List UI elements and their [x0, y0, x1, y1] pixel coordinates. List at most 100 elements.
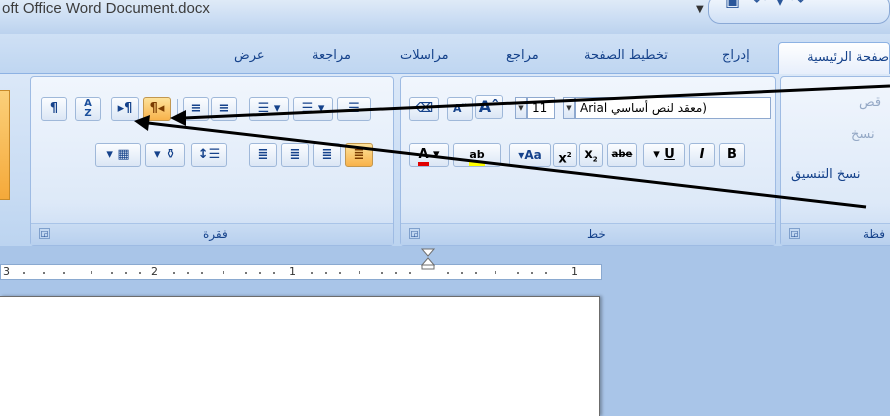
font-name-dropdown-arrow[interactable]: ▼ — [563, 97, 575, 119]
qat-dropdown-icon[interactable]: ▾ — [777, 0, 783, 9]
eraser-icon: ⌫ — [414, 101, 434, 116]
sort-button[interactable]: AZ — [75, 97, 101, 121]
font-group-label: خط — [587, 227, 606, 241]
shading-button[interactable]: ▾ ⚱ — [145, 143, 185, 167]
bullets-icon: ☰ — [348, 101, 360, 116]
show-formatting-button[interactable]: ¶ — [41, 97, 67, 121]
ribbon: ¶ AZ ▸¶ ¶◂ ≡ ≡ ☰ ▾ ☰ ▾ ☰ ▾ ▦ ▾ ⚱ ↕☰ ≣ ≣ … — [0, 74, 890, 246]
ruler-number: 1 — [289, 265, 296, 278]
subscript-icon: x — [584, 147, 593, 162]
bullets-button[interactable]: ☰ — [337, 97, 371, 121]
chevron-down-icon[interactable]: ▼ — [696, 4, 704, 15]
highlight-button[interactable]: ab — [453, 143, 501, 167]
font-name-field[interactable]: Arial معقد لنص أساسي) — [575, 97, 771, 119]
superscript-button[interactable]: x2 — [553, 143, 577, 167]
ltr-direction-button[interactable]: ▸¶ — [111, 97, 139, 121]
paragraph-group-label: فقرة — [203, 227, 228, 241]
clear-formatting-button[interactable]: ⌫ — [409, 97, 439, 121]
ruler-number: 3 — [3, 265, 10, 278]
font-dialog-launcher-icon[interactable]: ◲ — [409, 228, 420, 239]
align-left-icon: ≣ — [289, 147, 301, 162]
document-area — [0, 296, 890, 416]
title-bar: oft Office Word Document.docx ▼ ▣ ↶ ▾ ↷ — [0, 0, 890, 34]
tab-review[interactable]: مراجعة — [312, 48, 351, 63]
quick-access-toolbar: ▣ ↶ ▾ ↷ — [708, 0, 890, 24]
sort-icon: AZ — [84, 98, 92, 119]
clipboard-dialog-launcher-icon[interactable]: ◲ — [789, 228, 800, 239]
italic-button[interactable]: I — [689, 143, 715, 167]
horizontal-ruler[interactable]: 3 2 1 1 — [0, 264, 602, 280]
format-painter-label[interactable]: نسخ التنسيق — [791, 167, 861, 182]
copy-label[interactable]: نسخ — [851, 127, 875, 142]
change-case-icon: Aa — [524, 148, 542, 162]
tab-home-label: صفحة الرئيسية — [807, 50, 889, 65]
bold-icon: B — [727, 147, 737, 162]
numbering-button[interactable]: ☰ ▾ — [293, 97, 333, 121]
justify-button[interactable]: ≣ — [249, 143, 277, 167]
increase-indent-button[interactable]: ≡ — [211, 97, 237, 121]
font-group-footer: ◲ خط — [401, 223, 775, 245]
document-page[interactable] — [0, 296, 600, 416]
multilevel-list-icon: ☰ ▾ — [257, 101, 281, 116]
shrink-font-button[interactable]: Aˇ — [447, 97, 473, 121]
indent-marker-icon[interactable] — [421, 248, 435, 270]
align-left-button[interactable]: ≣ — [281, 143, 309, 167]
save-icon[interactable]: ▣ — [725, 0, 740, 10]
tab-mailings[interactable]: مراسلات — [400, 48, 449, 63]
grow-font-button[interactable]: Aˆ — [475, 95, 503, 119]
tab-page-layout[interactable]: تخطيط الصفحة — [584, 48, 668, 63]
italic-icon: I — [699, 147, 705, 162]
ribbon-left-edge — [0, 90, 10, 200]
ltr-icon: ▸¶ — [117, 101, 133, 116]
center-icon: ≣ — [321, 147, 333, 162]
clipboard-group-label: فظة — [863, 227, 886, 241]
font-group: ⌫ Aˇ Aˆ ▼ 11 ▼ Arial معقد لنص أساسي) A ▾… — [400, 76, 776, 246]
font-size-field[interactable]: 11 — [527, 97, 555, 119]
grow-font-icon: A — [478, 97, 492, 116]
window-title: oft Office Word Document.docx — [2, 0, 210, 17]
highlight-icon: ab — [469, 148, 485, 166]
decrease-indent-button[interactable]: ≡ — [183, 97, 209, 121]
clipboard-group: قص نسخ نسخ التنسيق ◲ فظة — [780, 76, 890, 246]
subscript-button[interactable]: x2 — [579, 143, 603, 167]
strikethrough-button[interactable]: abe — [607, 143, 637, 167]
ruler-number: 2 — [151, 265, 158, 278]
bold-button[interactable]: B — [719, 143, 745, 167]
line-spacing-icon: ↕☰ — [197, 147, 221, 162]
ruler-area: 3 2 1 1 — [0, 246, 890, 296]
decrease-indent-icon: ≡ — [190, 101, 202, 116]
align-right-button[interactable]: ≣ — [345, 143, 373, 167]
change-case-button[interactable]: ▾Aa — [509, 143, 551, 167]
ribbon-tabs: عرض مراجعة مراسلات مراجع تخطيط الصفحة إد… — [0, 34, 890, 75]
borders-button[interactable]: ▾ ▦ — [95, 143, 141, 167]
strikethrough-icon: abe — [611, 149, 633, 160]
font-color-button[interactable]: A ▾ — [409, 143, 449, 167]
tab-references[interactable]: مراجع — [506, 48, 539, 63]
numbering-icon: ☰ ▾ — [301, 101, 325, 116]
center-button[interactable]: ≣ — [313, 143, 341, 167]
tab-insert[interactable]: إدراج — [722, 48, 750, 63]
pilcrow-icon: ¶ — [49, 101, 59, 116]
rtl-icon: ¶◂ — [149, 101, 165, 116]
paragraph-dialog-launcher-icon[interactable]: ◲ — [39, 228, 50, 239]
redo-icon[interactable]: ↷ — [791, 0, 804, 10]
rtl-direction-button[interactable]: ¶◂ — [143, 97, 171, 121]
shading-bucket-icon: ▾ ⚱ — [154, 147, 176, 162]
multilevel-list-button[interactable]: ☰ ▾ — [249, 97, 289, 121]
justify-icon: ≣ — [257, 147, 269, 162]
underline-button[interactable]: ▾ U — [643, 143, 685, 167]
font-style-value: معقد لنص أساسي) — [611, 101, 707, 115]
cut-label[interactable]: قص — [859, 95, 881, 110]
tab-view[interactable]: عرض — [234, 48, 265, 63]
font-size-dropdown-arrow[interactable]: ▼ — [515, 97, 527, 119]
ruler-number: 1 — [571, 265, 578, 278]
undo-icon[interactable]: ↶ — [753, 0, 766, 10]
separator — [177, 99, 178, 119]
align-right-icon: ≣ — [353, 147, 365, 162]
paragraph-group: ¶ AZ ▸¶ ¶◂ ≡ ≡ ☰ ▾ ☰ ▾ ☰ ▾ ▦ ▾ ⚱ ↕☰ ≣ ≣ … — [30, 76, 394, 246]
superscript-icon: x — [558, 151, 567, 167]
tab-home[interactable]: صفحة الرئيسية — [778, 42, 890, 75]
shrink-font-icon: A — [452, 102, 462, 115]
font-name-value: Arial — [580, 101, 608, 115]
line-spacing-button[interactable]: ↕☰ — [191, 143, 227, 167]
